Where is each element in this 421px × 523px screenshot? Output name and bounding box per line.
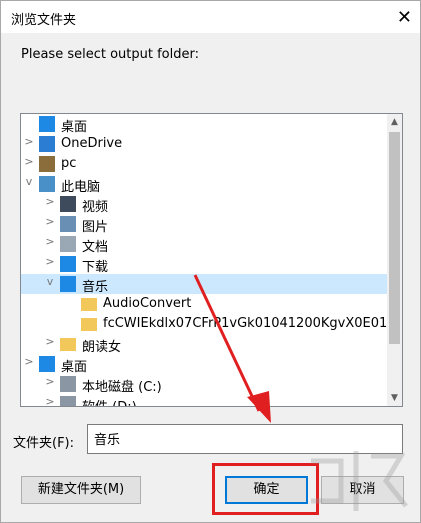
chevron-down-icon[interactable]: v: [23, 175, 35, 188]
tree-item-label: 下载: [82, 260, 109, 275]
chevron-right-icon[interactable]: >: [44, 335, 56, 348]
tree-item-label: 朗读女: [82, 340, 122, 355]
tree-item[interactable]: > OneDrive: [21, 134, 389, 154]
desktop-icon: [39, 116, 55, 132]
desktop-icon: [39, 356, 55, 372]
dialog-prompt: Please select output folder:: [21, 47, 199, 62]
tree-item[interactable]: > 图片: [21, 214, 389, 235]
onedrive-icon: [39, 136, 55, 152]
scroll-down-arrow-icon[interactable]: ▼: [387, 390, 402, 406]
window-title: 浏览文件夹: [11, 13, 77, 28]
download-folder-icon: [60, 256, 76, 272]
chevron-right-icon[interactable]: >: [44, 235, 56, 248]
chevron-right-icon[interactable]: >: [23, 135, 35, 148]
tree-item[interactable]: > 文档: [21, 234, 389, 255]
computer-icon: [39, 176, 55, 192]
close-icon[interactable]: ✕: [397, 7, 412, 28]
scrollbar-thumb[interactable]: [389, 132, 400, 344]
tree-item-label: 软件 (D:): [82, 396, 137, 406]
tree-item-label: 桌面: [61, 120, 88, 135]
user-icon: [39, 156, 55, 172]
folder-icon: [81, 318, 97, 331]
tree-item-label: OneDrive: [61, 136, 123, 151]
tree-item-label: 本地磁盘 (C:): [82, 380, 162, 395]
chevron-right-icon[interactable]: >: [23, 155, 35, 168]
tree-item[interactable]: v 此电脑: [21, 174, 389, 195]
chevron-right-icon[interactable]: >: [44, 375, 56, 388]
pictures-folder-icon: [60, 216, 76, 232]
title-bar: 浏览文件夹 ✕: [1, 1, 420, 33]
chevron-down-icon[interactable]: v: [44, 275, 56, 288]
scroll-up-arrow-icon[interactable]: ▲: [387, 114, 402, 130]
chevron-right-icon[interactable]: >: [44, 215, 56, 228]
documents-folder-icon: [60, 236, 76, 252]
chevron-right-icon[interactable]: >: [23, 355, 35, 368]
browse-folder-dialog: 浏览文件夹 ✕ Please select output folder: > 软件…: [0, 0, 421, 523]
tree-item-label: 桌面: [61, 360, 88, 375]
vertical-scrollbar[interactable]: ▲ ▼: [387, 114, 402, 406]
video-folder-icon: [60, 196, 76, 212]
tree-item[interactable]: > 视频: [21, 194, 389, 215]
chevron-right-icon[interactable]: >: [44, 195, 56, 208]
watermark-logo: [311, 451, 408, 511]
tree-item-label: 此电脑: [61, 180, 101, 195]
tree-item-label: pc: [61, 156, 77, 171]
folder-icon: [81, 298, 97, 311]
disk-icon: [60, 396, 76, 406]
disk-icon: [60, 376, 76, 392]
tree-item-label: 音乐: [82, 280, 109, 295]
folder-field-label: 文件夹(F):: [13, 436, 75, 451]
tree-item[interactable]: 桌面: [21, 114, 389, 135]
tree-item[interactable]: > pc: [21, 154, 389, 174]
red-arrow-annotation: [193, 274, 271, 423]
tree-item-label: AudioConvert: [103, 296, 192, 311]
folder-icon: [60, 338, 76, 351]
chevron-right-icon[interactable]: >: [44, 395, 56, 406]
tree-item-label: 图片: [82, 220, 109, 235]
new-folder-button[interactable]: 新建文件夹(M): [21, 476, 141, 504]
tree-item-label: 视频: [82, 200, 109, 215]
music-folder-icon: [60, 276, 76, 292]
chevron-right-icon[interactable]: >: [44, 255, 56, 268]
tree-item-label: 文档: [82, 240, 109, 255]
